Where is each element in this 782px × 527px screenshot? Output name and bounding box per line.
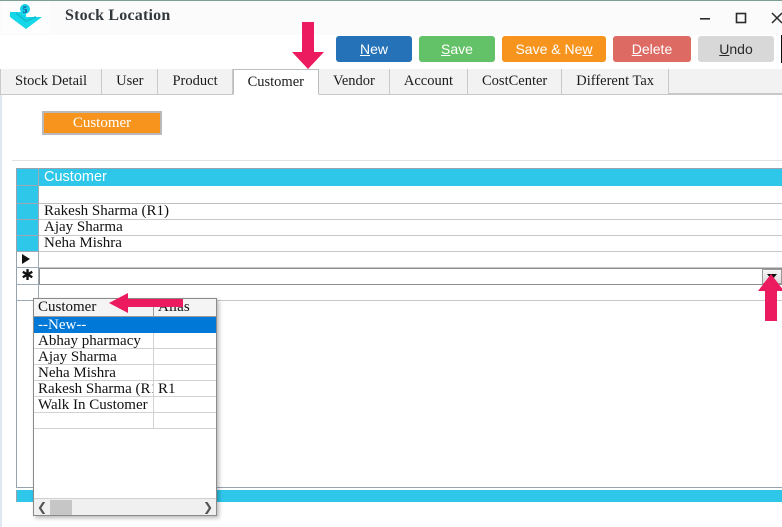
list-item[interactable]: Neha Mishra: [34, 365, 216, 381]
dropdown-cell-alias[interactable]: [154, 349, 216, 365]
svg-text:5: 5: [23, 5, 28, 15]
dropdown-cell-customer[interactable]: Ajay Sharma: [34, 349, 154, 365]
grid-cell-customer[interactable]: [39, 186, 782, 204]
delete-button[interactable]: Delete: [613, 36, 691, 62]
customer-dropdown-list[interactable]: Customer Alias --New-- Abhay pharmacy Aj…: [33, 298, 217, 516]
dropdown-empty-row: [34, 413, 216, 429]
grid-cell-customer[interactable]: [39, 252, 782, 268]
list-item[interactable]: Abhay pharmacy: [34, 333, 216, 349]
new-row-indicator-icon: ✱: [17, 268, 39, 285]
new-button[interactable]: New: [336, 36, 412, 62]
scrollbar-thumb[interactable]: [50, 499, 72, 515]
section-header-area: Customer: [12, 95, 782, 161]
chevron-right-icon[interactable]: ❯: [200, 499, 216, 515]
annotation-arrow-customer-tab: [288, 22, 328, 75]
save-and-new-button[interactable]: Save & New: [502, 36, 606, 62]
grid-header-row: Customer: [17, 169, 782, 186]
table-row-current[interactable]: [17, 252, 782, 268]
list-item[interactable]: Walk In Customer: [34, 397, 216, 413]
grid-cell-customer[interactable]: Ajay Sharma: [39, 220, 782, 236]
company-logo-icon: 5: [2, 3, 50, 34]
tab-vendor[interactable]: Vendor: [318, 69, 390, 94]
current-row-indicator-icon: [17, 252, 39, 268]
tab-product[interactable]: Product: [158, 69, 233, 94]
list-item[interactable]: Ajay Sharma: [34, 349, 216, 365]
customer-section-button[interactable]: Customer: [42, 111, 162, 135]
table-row[interactable]: [17, 186, 782, 204]
dropdown-cell-alias[interactable]: [154, 365, 216, 381]
dropdown-cell-customer[interactable]: Neha Mishra: [34, 365, 154, 381]
dropdown-cell-alias[interactable]: [154, 333, 216, 349]
dropdown-cell-alias[interactable]: [154, 397, 216, 413]
table-row[interactable]: Rakesh Sharma (R1): [17, 204, 782, 220]
row-header[interactable]: [17, 220, 39, 236]
grid-column-header-customer[interactable]: Customer: [39, 169, 782, 186]
tab-strip-filler: [669, 69, 782, 94]
page-title: Stock Location: [65, 7, 171, 24]
table-row[interactable]: Ajay Sharma: [17, 220, 782, 236]
grid-cell-customer[interactable]: Rakesh Sharma (R1): [39, 204, 782, 220]
annotation-arrow-dropdown-button: [757, 272, 782, 327]
row-header[interactable]: [17, 204, 39, 220]
grid-cell-customer[interactable]: Neha Mishra: [39, 236, 782, 252]
row-header[interactable]: [17, 236, 39, 252]
tab-account[interactable]: Account: [389, 69, 468, 94]
dropdown-horizontal-scrollbar[interactable]: ❮ ❯: [34, 498, 216, 515]
list-item[interactable]: Rakesh Sharma (R1) R1: [34, 381, 216, 397]
tab-strip: Stock Detail User Product Customer Vendo…: [0, 69, 782, 95]
dropdown-cell-customer[interactable]: Rakesh Sharma (R1): [34, 381, 154, 397]
table-row[interactable]: Neha Mishra: [17, 236, 782, 252]
title-bar: 5 Stock Location: [0, 0, 782, 35]
chevron-left-icon[interactable]: ❮: [34, 499, 50, 515]
row-header[interactable]: [17, 186, 39, 204]
dropdown-cell-customer[interactable]: Abhay pharmacy: [34, 333, 154, 349]
save-button[interactable]: Save: [419, 36, 495, 62]
table-row-new[interactable]: ✱: [17, 268, 782, 285]
maximize-icon[interactable]: [729, 7, 753, 29]
customer-combobox[interactable]: [39, 268, 782, 285]
tab-stock-detail[interactable]: Stock Detail: [0, 69, 103, 94]
dropdown-cell-alias[interactable]: [154, 317, 216, 333]
minimize-icon[interactable]: [693, 7, 717, 29]
dropdown-cell-customer[interactable]: Walk In Customer: [34, 397, 154, 413]
tab-different-tax[interactable]: Different Tax: [562, 69, 670, 94]
dropdown-cell-customer[interactable]: --New--: [34, 317, 154, 333]
tab-user[interactable]: User: [102, 69, 159, 94]
close-icon[interactable]: [765, 7, 782, 29]
grid-corner-cell: [17, 169, 39, 186]
undo-button[interactable]: Undo: [698, 36, 774, 62]
toolbar: New Save Save & New Delete Undo: [336, 35, 782, 63]
dropdown-cell-alias[interactable]: R1: [154, 381, 216, 397]
list-item[interactable]: --New--: [34, 317, 216, 333]
tab-costcenter[interactable]: CostCenter: [468, 69, 563, 94]
annotation-arrow-new-option: [108, 292, 184, 319]
